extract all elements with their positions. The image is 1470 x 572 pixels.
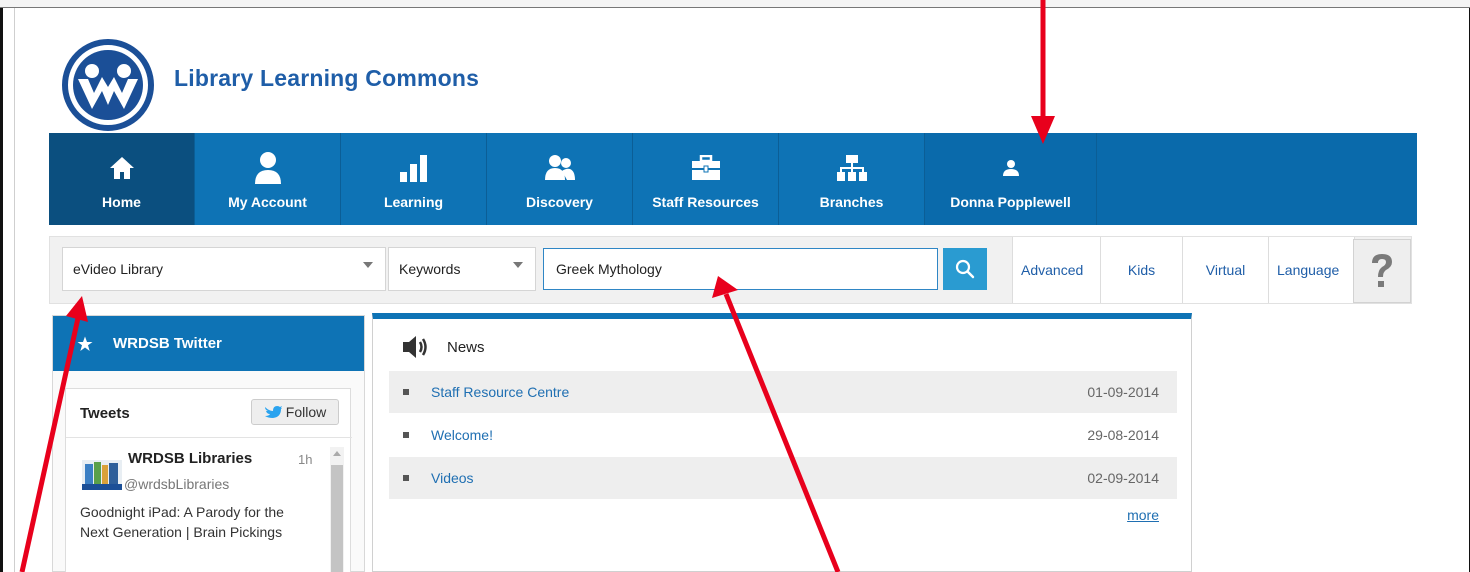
news-item-date: 29-08-2014: [1087, 427, 1159, 443]
home-icon: [102, 148, 142, 188]
twitter-panel-header: WRDSB Twitter: [53, 316, 364, 371]
news-item-title[interactable]: Videos: [431, 470, 474, 486]
star-icon: [77, 336, 93, 351]
nav-learning-label: Learning: [383, 194, 444, 210]
field-select[interactable]: Keywords: [388, 247, 536, 291]
scrollbar-thumb[interactable]: [331, 465, 343, 572]
twitter-bird-icon: [264, 406, 282, 418]
tweets-scrollbar[interactable]: [330, 447, 344, 572]
tweet-item[interactable]: WRDSB Libraries 1h @wrdsbLibraries Goodn…: [66, 437, 352, 540]
nav-my-account[interactable]: My Account: [195, 133, 341, 225]
twitter-panel: WRDSB Twitter Tweets Follow WRDSB Librar…: [52, 315, 365, 572]
help-button[interactable]: [1353, 239, 1411, 303]
nav-user-label: Donna Popplewell: [950, 194, 1071, 210]
scroll-up-icon[interactable]: [333, 451, 341, 456]
nav-home[interactable]: Home: [49, 133, 195, 225]
twitter-panel-title: WRDSB Twitter: [113, 335, 222, 352]
site-title[interactable]: Library Learning Commons: [174, 65, 479, 92]
news-item[interactable]: Welcome! 29-08-2014: [389, 414, 1177, 456]
page-left-edge: [14, 8, 15, 572]
briefcase-icon: [686, 148, 726, 188]
tweets-title: Tweets: [80, 405, 130, 422]
follow-button-label: Follow: [285, 404, 327, 420]
news-item-title[interactable]: Welcome!: [431, 427, 493, 443]
window-top-edge: [0, 0, 1470, 8]
nav-staff-resources[interactable]: Staff Resources: [633, 133, 779, 225]
nav-learning[interactable]: Learning: [341, 133, 487, 225]
nav-staff-resources-label: Staff Resources: [652, 194, 759, 210]
site-header: Library Learning Commons: [52, 39, 479, 131]
nav-branches-label: Branches: [819, 194, 884, 210]
person-icon: [248, 148, 288, 188]
bar-chart-icon: [394, 148, 434, 188]
user-icon: [991, 148, 1031, 188]
news-more-link[interactable]: more: [1127, 507, 1159, 523]
search-mode-links: Advanced Kids Virtual Language: [1012, 237, 1355, 303]
nav-user-profile[interactable]: Donna Popplewell: [925, 133, 1097, 225]
nav-branches[interactable]: Branches: [779, 133, 925, 225]
users-icon: [540, 148, 580, 188]
search-bar: eVideo Library Keywords Greek Mythology …: [49, 236, 1412, 304]
chevron-down-icon: [363, 262, 373, 268]
library-select[interactable]: eVideo Library: [62, 247, 386, 291]
search-input[interactable]: Greek Mythology: [543, 248, 938, 290]
speaker-icon: [403, 336, 427, 358]
nav-home-label: Home: [102, 194, 141, 210]
news-header: News: [401, 335, 485, 359]
tweet-handle[interactable]: @wrdsbLibraries: [124, 476, 229, 492]
advanced-link[interactable]: Advanced: [1013, 237, 1101, 303]
sitemap-icon: [832, 148, 872, 188]
library-select-value: eVideo Library: [73, 261, 164, 277]
kids-link[interactable]: Kids: [1101, 237, 1183, 303]
tweets-widget: Tweets Follow WRDSB Libraries 1h @wrdsbL…: [65, 388, 352, 572]
bullet: [403, 432, 409, 438]
language-link[interactable]: Language: [1269, 237, 1355, 303]
search-icon: [955, 259, 975, 279]
nav-discovery-label: Discovery: [526, 194, 593, 210]
news-item-title[interactable]: Staff Resource Centre: [431, 384, 569, 400]
news-item[interactable]: Staff Resource Centre 01-09-2014: [389, 371, 1177, 413]
news-item-date: 01-09-2014: [1087, 384, 1159, 400]
news-item-date: 02-09-2014: [1087, 470, 1159, 486]
nav-discovery[interactable]: Discovery: [487, 133, 633, 225]
news-title: News: [447, 338, 485, 356]
tweet-author-name[interactable]: WRDSB Libraries: [128, 450, 252, 467]
virtual-link[interactable]: Virtual: [1183, 237, 1269, 303]
nav-my-account-label: My Account: [228, 194, 307, 210]
nav-filler: [1097, 133, 1417, 225]
news-item[interactable]: Videos 02-09-2014: [389, 457, 1177, 499]
question-mark-icon: [1372, 254, 1392, 287]
tweet-time[interactable]: 1h: [298, 452, 312, 467]
bullet: [403, 389, 409, 395]
news-panel: News Staff Resource Centre 01-09-2014 We…: [372, 313, 1192, 572]
chevron-down-icon: [513, 262, 523, 268]
search-button[interactable]: [943, 248, 987, 290]
follow-button[interactable]: Follow: [251, 399, 339, 425]
field-select-value: Keywords: [399, 261, 461, 277]
bullet: [403, 475, 409, 481]
tweet-text: Goodnight iPad: A Parody for the Next Ge…: [80, 504, 284, 540]
main-nav: Home My Account Learning Discovery Staff…: [49, 133, 1417, 225]
search-input-value: Greek Mythology: [556, 261, 662, 277]
school-board-logo[interactable]: [52, 39, 170, 131]
avatar: [82, 460, 122, 490]
